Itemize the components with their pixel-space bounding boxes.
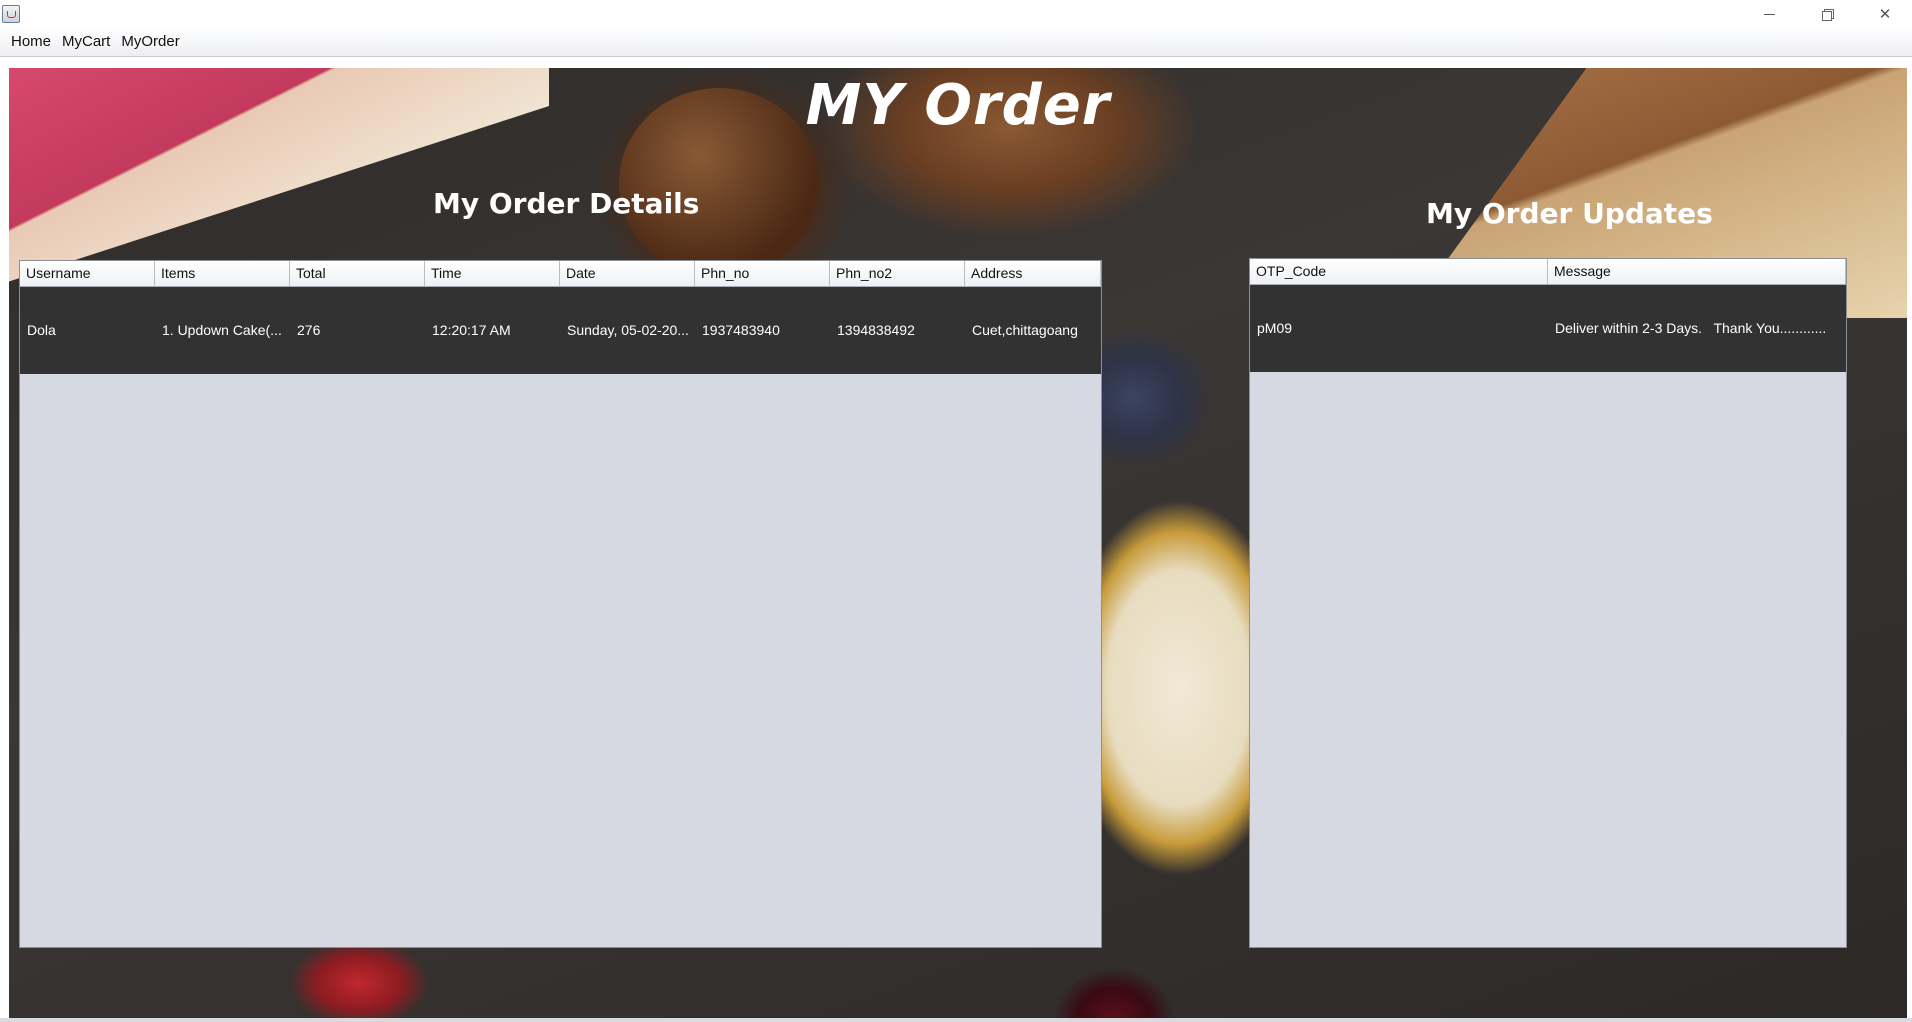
column-header-phn-no2[interactable]: Phn_no2	[830, 261, 965, 286]
order-details-table[interactable]: Username Items Total Time Date Phn_no Ph…	[19, 260, 1102, 948]
cell-total[interactable]: 276	[290, 287, 425, 374]
column-header-otp-code[interactable]: OTP_Code	[1250, 259, 1548, 284]
column-header-address[interactable]: Address	[965, 261, 1101, 286]
column-header-phn-no[interactable]: Phn_no	[695, 261, 830, 286]
table-header: Username Items Total Time Date Phn_no Ph…	[20, 261, 1101, 287]
cell-phn-no2[interactable]: 1394838492	[830, 287, 965, 374]
column-header-total[interactable]: Total	[290, 261, 425, 286]
menu-home[interactable]: Home	[6, 28, 56, 56]
content-panel: MY Order My Order Details My Order Updat…	[9, 68, 1907, 1018]
cell-address[interactable]: Cuet,chittagoang	[965, 287, 1101, 374]
window-titlebar: ✕	[0, 0, 1912, 28]
column-header-date[interactable]: Date	[560, 261, 695, 286]
java-app-icon	[2, 5, 20, 23]
menu-myorder[interactable]: MyOrder	[116, 28, 184, 56]
close-button[interactable]: ✕	[1862, 0, 1908, 28]
table-header: OTP_Code Message	[1250, 259, 1846, 285]
window-bottom-edge	[0, 1018, 1912, 1022]
menu-bar: Home MyCart MyOrder	[0, 28, 1912, 57]
order-updates-table[interactable]: OTP_Code Message pM09 Deliver within 2-3…	[1249, 258, 1847, 948]
cell-message[interactable]: Deliver within 2-3 Days. Thank You......…	[1548, 285, 1846, 372]
cell-items[interactable]: 1. Updown Cake(...	[155, 287, 290, 374]
cell-username[interactable]: Dola	[20, 287, 155, 374]
menu-mycart[interactable]: MyCart	[57, 28, 115, 56]
column-header-username[interactable]: Username	[20, 261, 155, 286]
restore-icon	[1822, 9, 1834, 21]
cell-time[interactable]: 12:20:17 AM	[425, 287, 560, 374]
page-title: MY Order	[805, 73, 1111, 138]
close-icon: ✕	[1878, 5, 1892, 23]
order-updates-title: My Order Updates	[1426, 197, 1713, 230]
cell-otp-code[interactable]: pM09	[1250, 285, 1548, 372]
table-row[interactable]: pM09 Deliver within 2-3 Days. Thank You.…	[1250, 285, 1846, 372]
table-row[interactable]: Dola 1. Updown Cake(... 276 12:20:17 AM …	[20, 287, 1101, 374]
cell-date[interactable]: Sunday, 05-02-20...	[560, 287, 695, 374]
column-header-message[interactable]: Message	[1548, 259, 1846, 284]
minimize-icon	[1763, 13, 1775, 15]
order-details-title: My Order Details	[433, 187, 700, 220]
restore-button[interactable]	[1804, 0, 1850, 28]
column-header-items[interactable]: Items	[155, 261, 290, 286]
minimize-button[interactable]	[1746, 0, 1792, 28]
column-header-time[interactable]: Time	[425, 261, 560, 286]
cell-phn-no[interactable]: 1937483940	[695, 287, 830, 374]
